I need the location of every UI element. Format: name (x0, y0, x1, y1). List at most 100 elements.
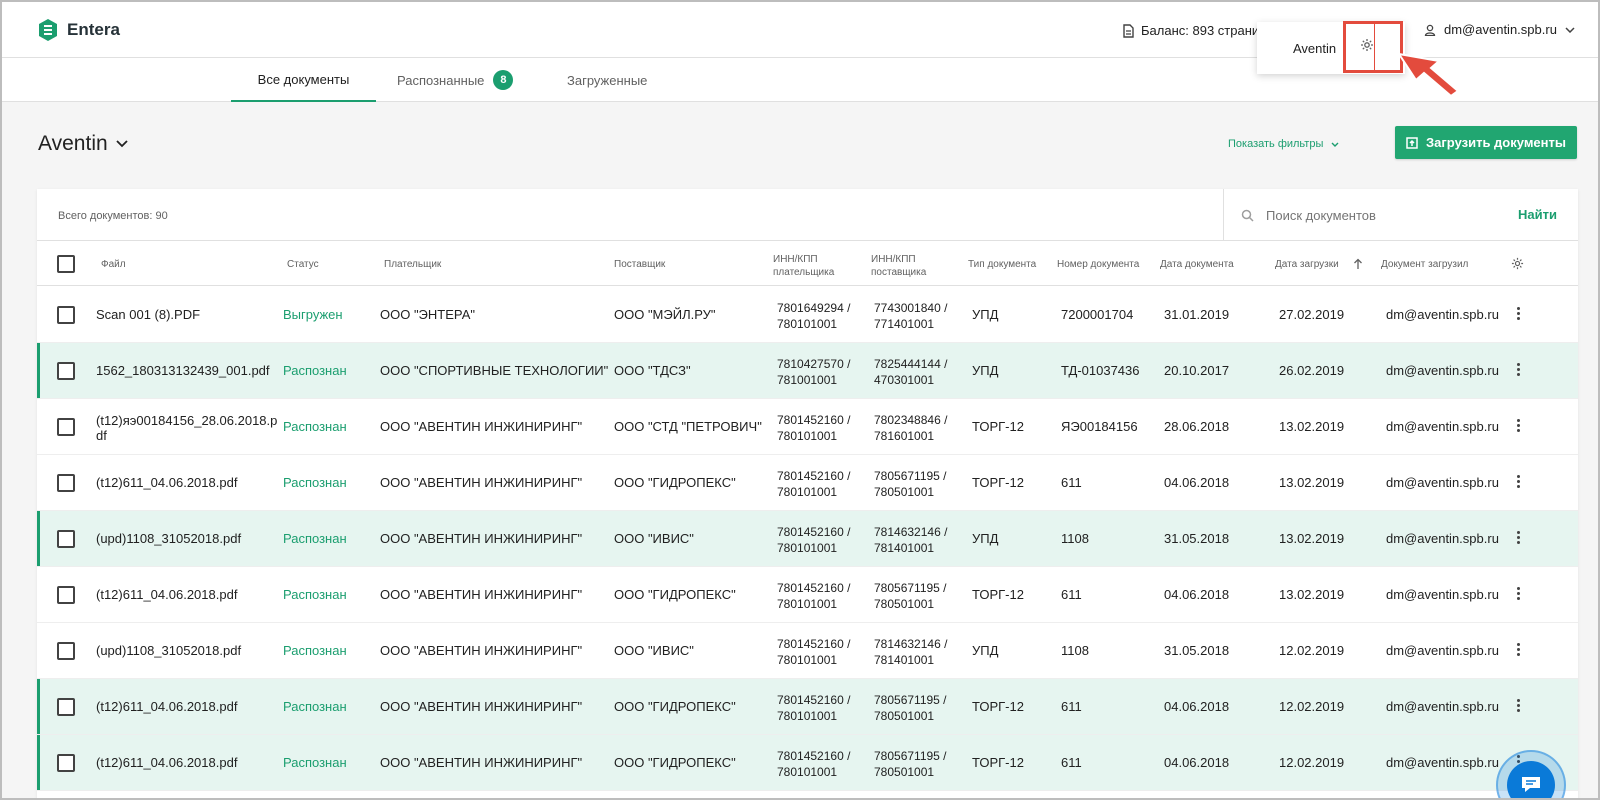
inn-value: 7801452160 / (777, 525, 851, 539)
supplier-inn-kpp: 7805671195 / 780501001 (874, 468, 947, 500)
column-upload-date[interactable]: Дата загрузки (1275, 259, 1339, 270)
more-options-icon[interactable] (1517, 531, 1521, 545)
tab-label: Распознанные (397, 72, 485, 88)
row-checkbox[interactable] (57, 698, 75, 716)
user-menu[interactable]: dm@aventin.spb.ru (1424, 22, 1575, 37)
chat-bubble[interactable] (1507, 761, 1555, 798)
column-uploaded-by[interactable]: Документ загрузил (1381, 259, 1468, 270)
find-button[interactable]: Найти (1518, 207, 1557, 222)
file-name[interactable]: 1562_180313132439_001.pdf (96, 363, 276, 378)
document-date: 04.06.2018 (1164, 587, 1230, 602)
row-checkbox[interactable] (57, 306, 75, 324)
tab-recognized[interactable]: Распознанные 8 (397, 58, 537, 102)
payer-name: ООО "АВЕНТИН ИНЖИНИРИНГ" (380, 643, 583, 658)
tab-uploaded[interactable]: Загруженные (567, 58, 677, 102)
supplier-name: ООО "ИВИС" (614, 643, 694, 658)
gear-icon[interactable] (1511, 257, 1524, 270)
table-row[interactable]: (t12)611_04.06.2018.pdf Распознан ООО "А… (37, 455, 1578, 511)
more-options-icon[interactable] (1517, 643, 1521, 657)
upload-date: 13.02.2019 (1279, 531, 1345, 546)
select-all-checkbox[interactable] (57, 255, 75, 273)
column-doc-number[interactable]: Номер документа (1057, 259, 1139, 270)
table-row[interactable]: (t12)611_04.06.2018.pdf Распознан ООО "А… (37, 679, 1578, 735)
row-checkbox[interactable] (57, 362, 75, 380)
column-supplier[interactable]: Поставщик (614, 259, 665, 270)
kpp-value: 780501001 (874, 485, 935, 499)
more-options-icon[interactable] (1517, 419, 1521, 433)
file-name[interactable]: (t12)611_04.06.2018.pdf (96, 755, 276, 770)
file-name[interactable]: (t12)611_04.06.2018.pdf (96, 587, 276, 602)
inn-value: 7810427570 / (777, 357, 851, 371)
document-number: 611 (1061, 587, 1082, 602)
file-name[interactable]: (upd)1108_31052018.pdf (96, 531, 276, 546)
show-filters-button[interactable]: Показать фильтры (1228, 138, 1339, 150)
table-row[interactable]: (t12)611_04.06.2018.pdf Распознан ООО "А… (37, 567, 1578, 623)
table-row[interactable]: Scan 001 (8).PDF Выгружен ООО "ЭНТЕРА" О… (37, 287, 1578, 343)
row-checkbox[interactable] (57, 418, 75, 436)
document-date: 28.06.2018 (1164, 419, 1230, 434)
status-badge: Выгружен (283, 307, 343, 322)
file-name[interactable]: (t12)611_04.06.2018.pdf (96, 699, 276, 714)
table-row[interactable]: (t12)яэ00184156_28.06.2018.p df Распознан… (37, 399, 1578, 455)
table-row[interactable]: (t12)611_04.06.2018.pdf Распознан ООО "А… (37, 735, 1578, 791)
dropdown-org-name[interactable]: Aventin (1293, 41, 1336, 56)
upload-date: 12.02.2019 (1279, 643, 1345, 658)
payer-name: ООО "АВЕНТИН ИНЖИНИРИНГ" (380, 587, 583, 602)
column-supplier-inn[interactable]: ИНН/КПП поставщика (871, 253, 926, 279)
chevron-down-icon (116, 140, 128, 148)
payer-inn-kpp: 7801452160 / 780101001 (777, 412, 850, 444)
row-checkbox[interactable] (57, 474, 75, 492)
table-row[interactable]: 1562_180313132439_001.pdf Распознан ООО … (37, 343, 1578, 399)
payer-inn-kpp: 7801452160 / 780101001 (777, 524, 850, 556)
kpp-value: 780101001 (777, 709, 838, 723)
more-options-icon[interactable] (1517, 307, 1521, 321)
column-file[interactable]: Файл (101, 259, 126, 270)
supplier-name: ООО "ИВИС" (614, 531, 694, 546)
balance-indicator[interactable]: Баланс: 893 страни (1122, 23, 1259, 38)
file-name[interactable]: (t12)яэ00184156_28.06.2018.p df (96, 413, 277, 443)
more-options-icon[interactable] (1517, 363, 1521, 377)
file-name[interactable]: Scan 001 (8).PDF (96, 307, 276, 322)
document-type: ТОРГ-12 (972, 699, 1024, 714)
file-name[interactable]: (t12)611_04.06.2018.pdf (96, 475, 276, 490)
tab-all-documents[interactable]: Все документы (231, 58, 376, 102)
column-doc-date[interactable]: Дата документа (1160, 259, 1234, 270)
kpp-value: 780101001 (777, 317, 838, 331)
logo[interactable]: Entera (38, 18, 120, 42)
row-checkbox[interactable] (57, 754, 75, 772)
row-checkbox[interactable] (57, 530, 75, 548)
row-checkbox[interactable] (57, 586, 75, 604)
page-title: Aventin (38, 132, 108, 155)
row-checkbox[interactable] (57, 642, 75, 660)
upload-date: 13.02.2019 (1279, 587, 1345, 602)
upload-label: Загрузить документы (1426, 135, 1566, 150)
inn-value: 7801452160 / (777, 749, 851, 763)
kpp-value: 470301001 (874, 373, 935, 387)
status-badge: Распознан (283, 363, 347, 378)
annotation-highlight-box (1343, 21, 1403, 73)
payer-inn-kpp: 7810427570 / 781001001 (777, 356, 850, 388)
search-input[interactable] (1266, 207, 1496, 223)
column-payer-inn[interactable]: ИНН/КПП плательщика (773, 253, 834, 279)
column-doc-type[interactable]: Тип документа (968, 259, 1036, 270)
upload-documents-button[interactable]: Загрузить документы (1395, 126, 1577, 159)
more-options-icon[interactable] (1517, 475, 1521, 489)
filters-label: Показать фильтры (1228, 138, 1324, 150)
document-number: 611 (1061, 699, 1082, 714)
column-payer[interactable]: Плательщик (384, 259, 441, 270)
table-row[interactable]: (upd)1108_31052018.pdf Распознан ООО "АВ… (37, 623, 1578, 679)
sort-arrow-up-icon[interactable] (1353, 258, 1363, 270)
file-name[interactable]: (upd)1108_31052018.pdf (96, 643, 276, 658)
document-type: ТОРГ-12 (972, 419, 1024, 434)
file-name-line: (upd)1108_31052018.pdf (96, 531, 242, 546)
org-selector[interactable]: Aventin (38, 132, 128, 156)
chevron-down-icon (1565, 26, 1575, 33)
document-number: 7200001704 (1061, 307, 1134, 322)
more-options-icon[interactable] (1517, 699, 1521, 713)
column-status[interactable]: Статус (287, 259, 319, 270)
status-badge: Распознан (283, 475, 347, 490)
uploaded-by: dm@aventin.spb.ru (1386, 419, 1499, 434)
supplier-name: ООО "СТД "ПЕТРОВИЧ" (614, 419, 762, 434)
more-options-icon[interactable] (1517, 587, 1521, 601)
table-row[interactable]: (upd)1108_31052018.pdf Распознан ООО "АВ… (37, 511, 1578, 567)
